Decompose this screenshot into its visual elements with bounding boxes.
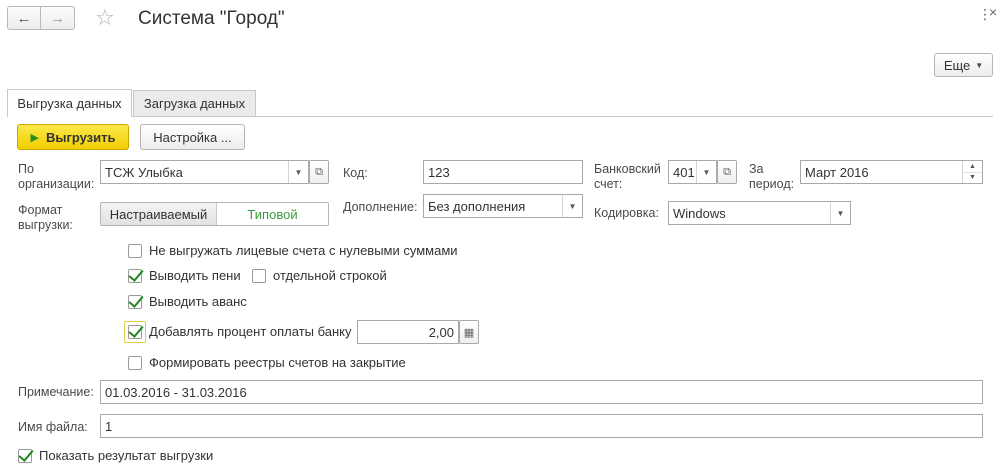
export-button[interactable]: ▶ Выгрузить xyxy=(17,124,129,150)
window-close-icon[interactable]: × xyxy=(989,4,997,20)
chevron-down-icon[interactable]: ▼ xyxy=(562,195,582,217)
chevron-down-icon[interactable]: ▼ xyxy=(696,161,716,183)
format-label: Формат выгрузки: xyxy=(18,203,73,232)
period-spinner[interactable]: ▲ ▼ xyxy=(962,161,982,183)
open-org-button[interactable]: ⧉ xyxy=(309,160,329,184)
tab-export-label: Выгрузка данных xyxy=(17,96,122,111)
format-option-standard[interactable]: Типовой xyxy=(217,203,328,225)
period-label: За период: xyxy=(749,162,795,191)
more-button[interactable]: Еще ▼ xyxy=(934,53,993,77)
tab-import-label: Загрузка данных xyxy=(143,96,246,111)
org-field[interactable]: ТСЖ Улыбка ▼ xyxy=(100,160,309,184)
bank-percent-checkbox[interactable] xyxy=(128,325,142,339)
filename-value: 1 xyxy=(105,418,113,434)
addition-value: Без дополнения xyxy=(428,198,526,214)
note-label: Примечание: xyxy=(18,385,94,399)
show-advance-checkbox[interactable] xyxy=(128,295,142,309)
code-label: Код: xyxy=(343,166,368,180)
bank-percent-label: Добавлять процент оплаты банку xyxy=(149,324,352,339)
code-value: 123 xyxy=(428,164,450,180)
no-zero-accounts-checkbox[interactable] xyxy=(128,244,142,258)
addition-label: Дополнение: xyxy=(343,200,418,214)
show-penalty-label: Выводить пени xyxy=(149,268,241,283)
spin-down-icon[interactable]: ▼ xyxy=(963,173,982,184)
calculator-button[interactable]: ▦ xyxy=(459,320,479,344)
settings-button-label: Настройка ... xyxy=(153,129,232,145)
addition-field[interactable]: Без дополнения ▼ xyxy=(423,194,583,218)
open-window-icon: ⧉ xyxy=(315,165,323,178)
arrow-left-icon: ← xyxy=(16,9,32,27)
export-button-label: Выгрузить xyxy=(45,129,116,145)
settings-button[interactable]: Настройка ... xyxy=(140,124,245,150)
chevron-down-icon[interactable]: ▼ xyxy=(830,202,850,224)
show-result-label: Показать результат выгрузки xyxy=(39,448,214,463)
spin-up-icon[interactable]: ▲ xyxy=(963,161,982,173)
more-button-label: Еще xyxy=(943,57,971,73)
encoding-field[interactable]: Windows ▼ xyxy=(668,201,851,225)
tab-import[interactable]: Загрузка данных xyxy=(133,90,256,116)
filename-label: Имя файла: xyxy=(18,420,88,434)
separate-line-checkbox[interactable] xyxy=(252,269,266,283)
chevron-down-icon[interactable]: ▼ xyxy=(288,161,308,183)
format-option-custom[interactable]: Настраиваемый xyxy=(101,203,217,225)
period-value: Март 2016 xyxy=(805,164,869,180)
tab-export[interactable]: Выгрузка данных xyxy=(7,89,132,117)
closing-registers-checkbox[interactable] xyxy=(128,356,142,370)
filename-field[interactable]: 1 xyxy=(100,414,983,438)
note-value: 01.03.2016 - 31.03.2016 xyxy=(105,384,247,400)
chevron-down-icon: ▼ xyxy=(975,60,984,70)
format-toggle[interactable]: Настраиваемый Типовой xyxy=(100,202,329,226)
back-button[interactable]: ← xyxy=(7,6,41,30)
show-penalty-checkbox[interactable] xyxy=(128,269,142,283)
note-field[interactable]: 01.03.2016 - 31.03.2016 xyxy=(100,380,983,404)
star-icon[interactable]: ☆ xyxy=(95,4,115,32)
tabs-divider xyxy=(7,116,993,117)
encoding-value: Windows xyxy=(673,205,726,221)
code-field[interactable]: 123 xyxy=(423,160,583,184)
period-field[interactable]: Март 2016 ▲ ▼ xyxy=(800,160,983,184)
show-advance-label: Выводить аванс xyxy=(149,294,247,309)
bank-percent-field[interactable]: 2,00 xyxy=(357,320,459,344)
closing-registers-label: Формировать реестры счетов на закрытие xyxy=(149,355,406,370)
separate-line-label: отдельной строкой xyxy=(273,268,387,283)
bank-label: Банковский счет: xyxy=(594,162,661,191)
show-result-checkbox[interactable] xyxy=(18,449,32,463)
bank-value: 401 xyxy=(673,164,695,180)
open-window-icon: ⧉ xyxy=(723,165,731,178)
no-zero-accounts-label: Не выгружать лицевые счета с нулевыми су… xyxy=(149,243,458,258)
open-bank-button[interactable]: ⧉ xyxy=(717,160,737,184)
play-icon: ▶ xyxy=(30,131,39,144)
bank-percent-value: 2,00 xyxy=(428,324,454,340)
org-label: По организации: xyxy=(18,162,95,191)
bank-field[interactable]: 401 ▼ xyxy=(668,160,717,184)
arrow-right-icon: → xyxy=(50,9,65,27)
encoding-label: Кодировка: xyxy=(594,206,659,220)
calculator-icon: ▦ xyxy=(463,326,475,339)
forward-button[interactable]: → xyxy=(41,6,75,30)
org-value: ТСЖ Улыбка xyxy=(105,164,183,180)
page-title: Система "Город" xyxy=(138,8,285,29)
